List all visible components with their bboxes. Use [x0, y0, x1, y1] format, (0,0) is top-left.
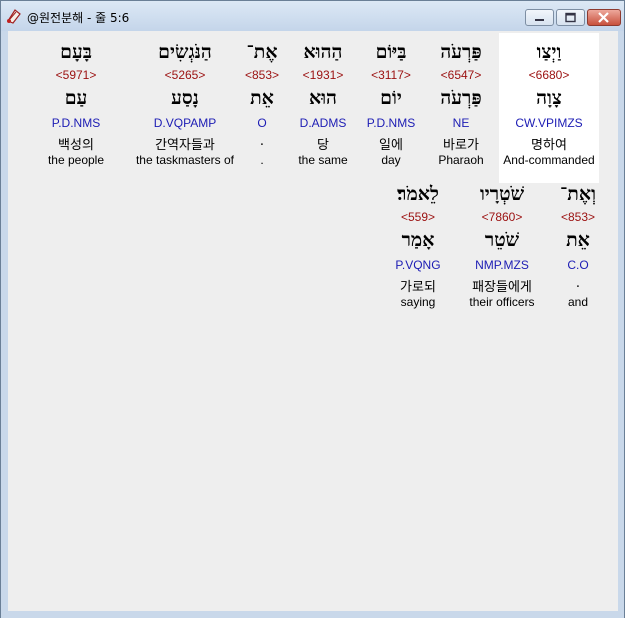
hebrew-word: בָּעָם [60, 41, 92, 63]
strong-number: <559> [400, 210, 436, 224]
parsing-code: CW.VPIMZS [515, 116, 583, 130]
word-cell[interactable]: וַיְצַו <6680> צָוָה CW.VPIMZS 명하여 And-c… [499, 33, 599, 183]
title-bar[interactable]: @원전분해 - 줄 5:6 [1, 1, 624, 31]
app-window: @원전분해 - 줄 5:6 וַיְצַו <6680> צָוָה CW.VP… [0, 0, 625, 618]
app-logo-icon [6, 8, 22, 24]
parsing-code: D.VQPAMP [153, 116, 217, 130]
hebrew-word: וַיְצַו [536, 41, 562, 63]
english-gloss: the taskmasters of [135, 153, 235, 167]
strong-number: <5971> [55, 68, 97, 82]
close-icon [598, 12, 609, 23]
close-button[interactable] [587, 9, 621, 26]
maximize-button[interactable] [556, 9, 585, 26]
english-gloss: the people [47, 153, 105, 167]
window-bottom-border [1, 611, 624, 618]
lexical-form: צָוָה [536, 87, 562, 109]
korean-gloss: 명하여 [531, 138, 567, 153]
strong-number: <6680> [528, 68, 570, 82]
maximize-icon [565, 12, 576, 23]
parsing-code: P.D.NMS [51, 116, 101, 130]
hebrew-word: הַנֹּגְשִׂים [158, 41, 212, 63]
minimize-icon [535, 19, 544, 21]
lexical-form: נָסַע [171, 87, 199, 109]
window-title: @원전분해 - 줄 5:6 [27, 11, 130, 25]
korean-gloss: 백성의 [58, 138, 94, 153]
strong-number: <5265> [164, 68, 206, 82]
minimize-button[interactable] [525, 9, 554, 26]
word-cell[interactable]: לֵאמֹר׃ <559> אָמַר P.VQNG 가로되 saying [368, 175, 468, 325]
word-cell[interactable]: בָּעָם <5971> עַם P.D.NMS 백성의 the people [26, 33, 126, 183]
english-gloss: And-commanded [503, 153, 595, 167]
korean-gloss: 가로되 [400, 280, 436, 295]
lexical-form: עַם [64, 87, 88, 109]
lexical-form: אָמַר [401, 229, 435, 251]
hebrew-word: לֵאמֹר׃ [397, 183, 439, 205]
word-cell[interactable]: הַנֹּגְשִׂים <5265> נָסַע D.VQPAMP 간역자들과… [125, 33, 245, 183]
interlinear-panel: וַיְצַו <6680> צָוָה CW.VPIMZS 명하여 And-c… [8, 31, 618, 611]
parsing-code: P.VQNG [395, 258, 441, 272]
korean-gloss: 간역자들과 [155, 138, 215, 153]
english-gloss: saying [400, 295, 436, 309]
